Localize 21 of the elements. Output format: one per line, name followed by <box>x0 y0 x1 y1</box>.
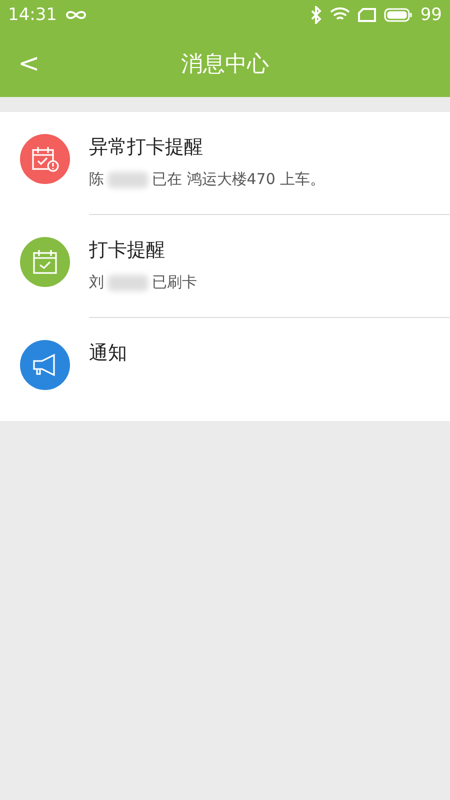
calendar-check-icon <box>30 247 60 277</box>
blurred-name <box>108 172 148 188</box>
battery-icon <box>384 7 412 23</box>
bluetooth-icon <box>310 6 322 24</box>
message-text: 已在 鸿运大楼470 上车。 <box>152 170 326 189</box>
message-type-icon[interactable] <box>20 237 70 287</box>
infinity-icon <box>65 9 87 21</box>
sender-name: 陈 <box>89 170 104 189</box>
blurred-name <box>108 274 148 290</box>
message-text: 已刷卡 <box>152 273 197 292</box>
message-title[interactable]: 异常打卡提醒 <box>89 134 450 160</box>
message-type-icon[interactable] <box>20 340 70 390</box>
sender-name: 刘 <box>89 273 104 292</box>
battery-level: 99 <box>420 5 442 25</box>
message-title[interactable]: 通知 <box>89 340 450 366</box>
page-title: 消息中心 <box>181 52 269 76</box>
calendar-alert-icon <box>30 144 60 174</box>
sim-icon <box>358 7 376 23</box>
message-type-icon[interactable] <box>20 134 70 184</box>
message-title[interactable]: 打卡提醒 <box>89 237 450 263</box>
status-time: 14:31 <box>8 5 57 25</box>
